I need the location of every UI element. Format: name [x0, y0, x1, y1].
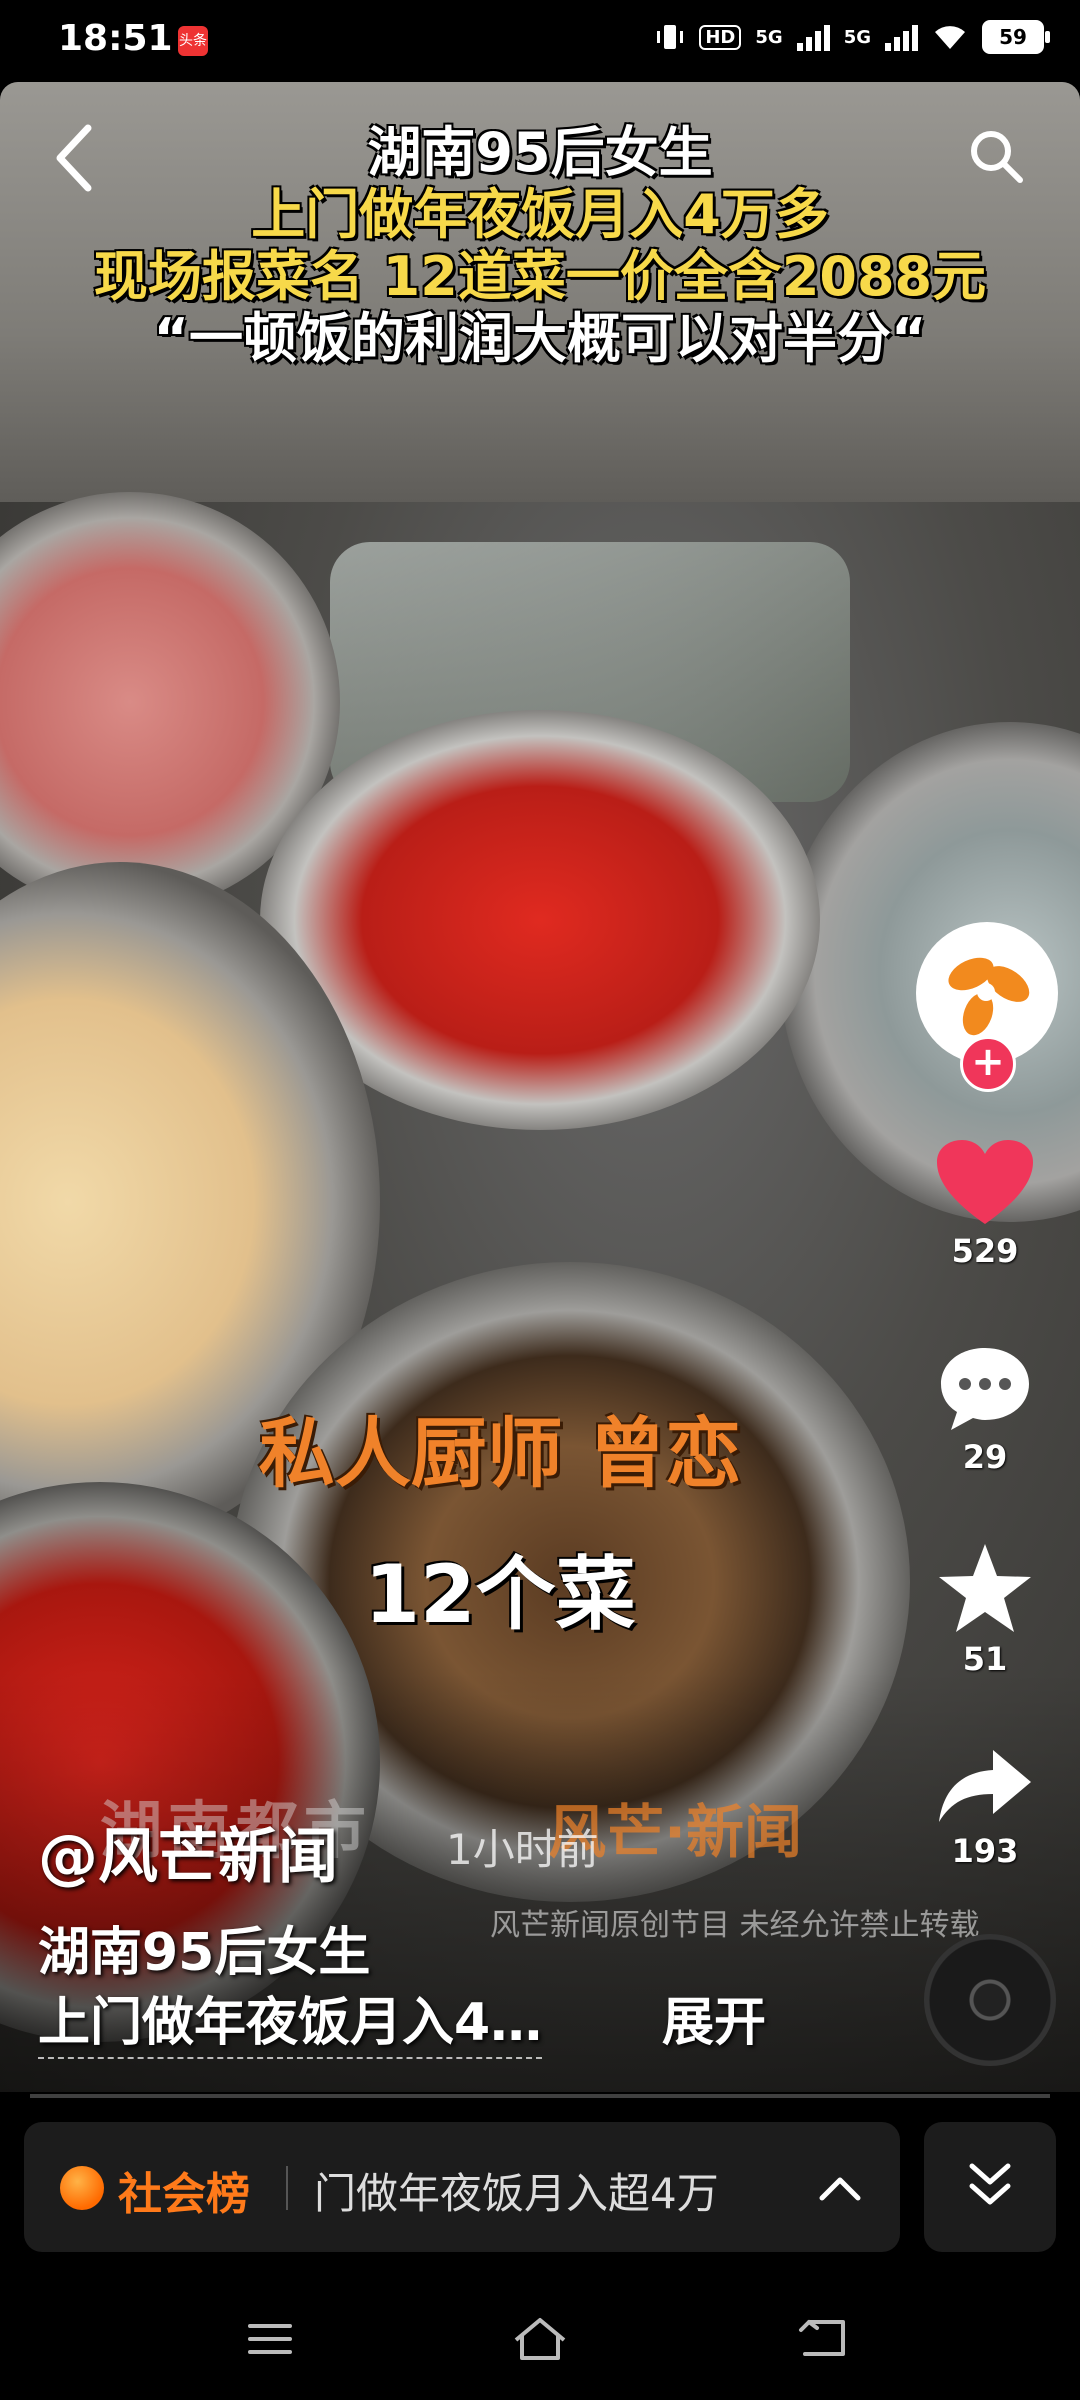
vibrate-icon	[657, 25, 684, 49]
hot-list-icon	[60, 2166, 104, 2210]
music-disc-icon[interactable]	[924, 1934, 1056, 2066]
post-description-line-2[interactable]: 上门做年夜饭月入4…	[38, 1980, 543, 2059]
share-icon	[939, 1750, 1031, 1822]
chevron-up-icon[interactable]	[812, 2160, 868, 2216]
home-icon[interactable]	[510, 2314, 570, 2364]
comment-button[interactable]: 29	[910, 1344, 1060, 1476]
caption-line-4: “一顿饭的利润大概可以对半分“	[153, 307, 927, 371]
like-button[interactable]: 529	[910, 1138, 1060, 1270]
signal-icon	[796, 23, 830, 51]
star-icon	[939, 1544, 1031, 1632]
status-time: 18:51	[58, 18, 173, 59]
caption-line-2: 上门做年夜饭月入4万多	[251, 183, 829, 247]
caption-line-1: 湖南95后女生	[367, 121, 713, 184]
expand-button[interactable]: 展开	[662, 1980, 766, 2055]
comment-count: 29	[962, 1438, 1008, 1476]
video-caption: 湖南95后女生 上门做年夜饭月入4万多 现场报菜名 12道菜一价全含2088元 …	[0, 121, 1080, 371]
wifi-icon	[935, 26, 965, 49]
video-progress-bar[interactable]	[30, 2094, 1050, 2098]
hot-list-label: 社会榜	[118, 2169, 250, 2220]
share-count: 193	[951, 1832, 1019, 1870]
hd-icon: HD	[699, 24, 742, 50]
favorite-button[interactable]: 51	[910, 1540, 1060, 1678]
favorite-count: 51	[962, 1640, 1008, 1678]
search-icon[interactable]	[966, 126, 1026, 186]
double-chevron-down-icon	[969, 2163, 1011, 2205]
back-nav-icon[interactable]	[795, 2314, 855, 2364]
status-right: HD 5G 5G 59	[655, 20, 1050, 54]
signal-icon-2	[885, 23, 918, 51]
battery-icon: 59	[982, 20, 1050, 54]
hot-list-bar[interactable]: 社会榜 门做年夜饭月入超4万	[24, 2122, 900, 2252]
back-arrow-icon[interactable]	[48, 120, 104, 196]
system-nav-bar	[0, 2270, 1080, 2400]
post-description-line-1[interactable]: 湖南95后女生	[38, 1910, 370, 1985]
author-name[interactable]: @风芒新闻	[38, 1808, 338, 1895]
hot-list-text: 门做年夜饭月入超4万	[314, 2169, 719, 2218]
share-button[interactable]: 193	[910, 1744, 1060, 1870]
watermark-note: 风芒新闻原创节目 未经允许禁止转载	[490, 1908, 980, 1943]
follow-button[interactable]: +	[960, 1036, 1016, 1092]
menu-icon[interactable]	[240, 2314, 300, 2364]
signal-5g-label-2: 5G	[843, 26, 871, 48]
caption-line-3: 现场报菜名 12道菜一价全含2088元	[93, 245, 987, 309]
collapse-button[interactable]	[924, 2122, 1056, 2252]
like-count: 529	[951, 1232, 1019, 1270]
status-bar: 18:51 头条 HD 5G 5G 59	[0, 0, 1080, 82]
post-time: 1小时前	[446, 1825, 599, 1874]
heart-icon	[937, 1140, 1033, 1224]
app-notification-icon: 头条	[178, 26, 208, 56]
signal-5g-label: 5G	[755, 26, 783, 48]
hot-list-divider	[286, 2166, 288, 2210]
comment-icon	[941, 1348, 1029, 1430]
